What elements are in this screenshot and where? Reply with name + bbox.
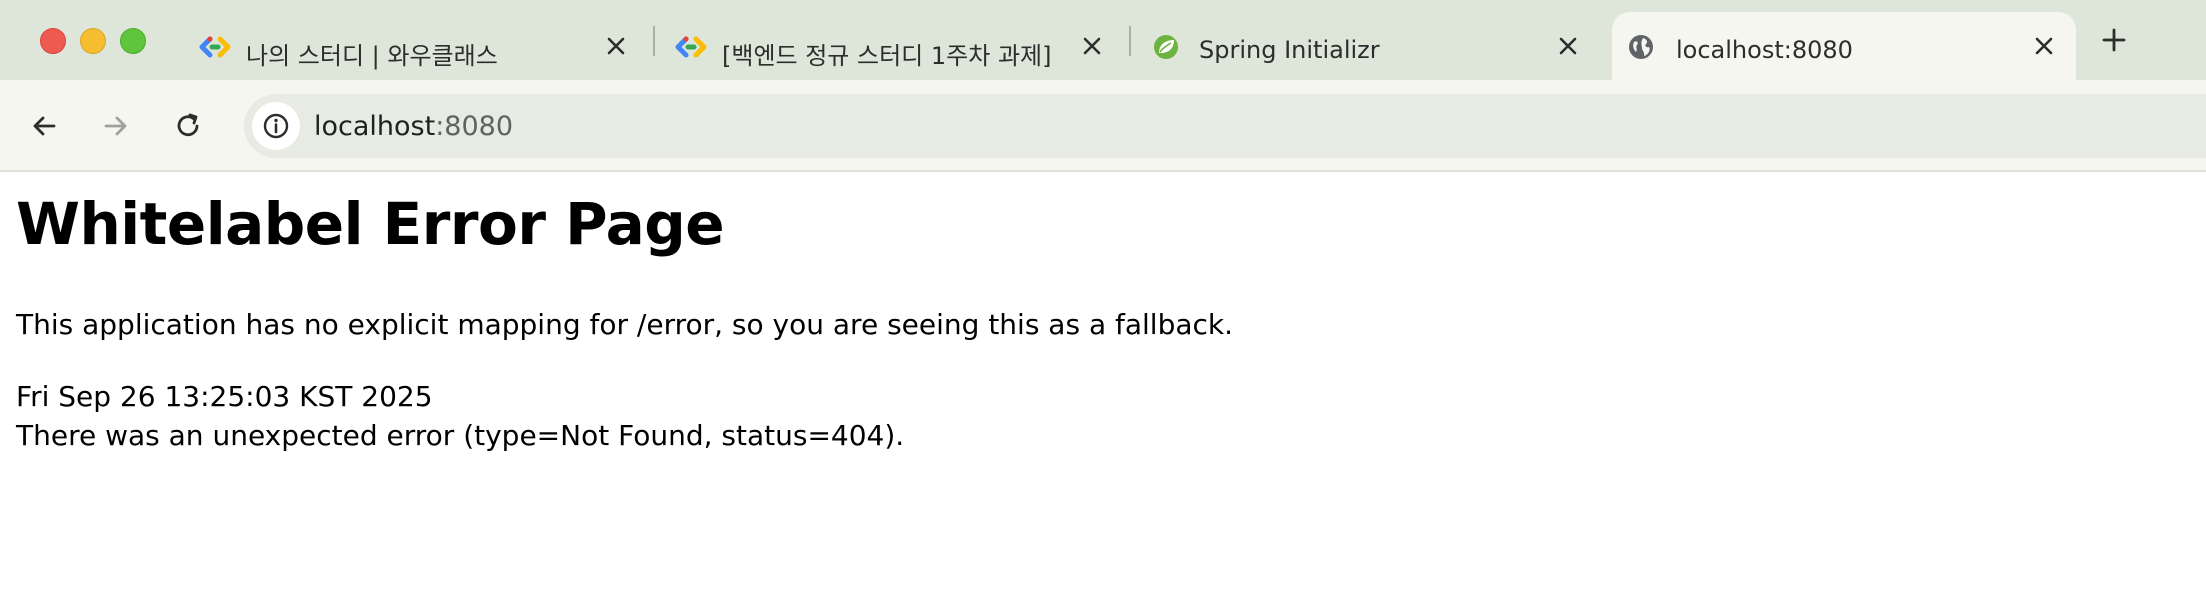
google-cloud-logo-icon [198, 34, 232, 60]
browser-toolbar: localhost:8080 [0, 80, 2206, 172]
google-cloud-logo-icon [674, 34, 708, 60]
back-arrow-icon[interactable] [28, 110, 60, 142]
tab-strip: 나의 스터디 | 와우클래스 [백엔드 정규 스터디 1주차 과제] Sprin… [0, 0, 2206, 80]
address-bar[interactable]: localhost:8080 [244, 94, 2206, 158]
tab-spring-initializr[interactable]: Spring Initializr [1151, 12, 1581, 80]
tab-title: Spring Initializr [1199, 36, 1380, 64]
page-title: Whitelabel Error Page [16, 190, 725, 258]
maximize-window-button[interactable] [120, 28, 146, 54]
error-details: There was an unexpected error (type=Not … [16, 419, 905, 452]
spring-leaf-icon [1151, 34, 1185, 60]
url-text: localhost:8080 [314, 111, 513, 142]
url-host: localhost [314, 111, 436, 142]
forward-arrow-icon[interactable] [100, 110, 132, 142]
close-tab-icon[interactable] [604, 34, 628, 58]
close-tab-icon[interactable] [1556, 34, 1580, 58]
minimize-window-button[interactable] [80, 28, 106, 54]
close-tab-icon[interactable] [2032, 34, 2056, 58]
tab-wowclass-study[interactable]: 나의 스터디 | 와우클래스 [198, 12, 638, 80]
tab-backend-study-assignment[interactable]: [백엔드 정규 스터디 1주차 과제] [674, 12, 1114, 80]
url-port: :8080 [435, 111, 514, 142]
close-window-button[interactable] [40, 28, 66, 54]
new-tab-icon[interactable] [2098, 24, 2130, 56]
reload-icon[interactable] [172, 110, 204, 142]
tab-separator [653, 26, 655, 56]
tab-title: localhost:8080 [1676, 36, 1853, 64]
tab-localhost[interactable]: localhost:8080 [1612, 12, 2076, 80]
tab-separator [1129, 26, 1131, 56]
info-icon[interactable] [252, 102, 300, 150]
close-tab-icon[interactable] [1080, 34, 1104, 58]
globe-icon [1628, 34, 1662, 60]
error-explanation: This application has no explicit mapping… [16, 308, 1234, 341]
error-timestamp: Fri Sep 26 13:25:03 KST 2025 [16, 380, 433, 413]
tab-title: 나의 스터디 | 와우클래스 [246, 42, 498, 70]
tab-title: [백엔드 정규 스터디 1주차 과제] [722, 42, 1052, 70]
